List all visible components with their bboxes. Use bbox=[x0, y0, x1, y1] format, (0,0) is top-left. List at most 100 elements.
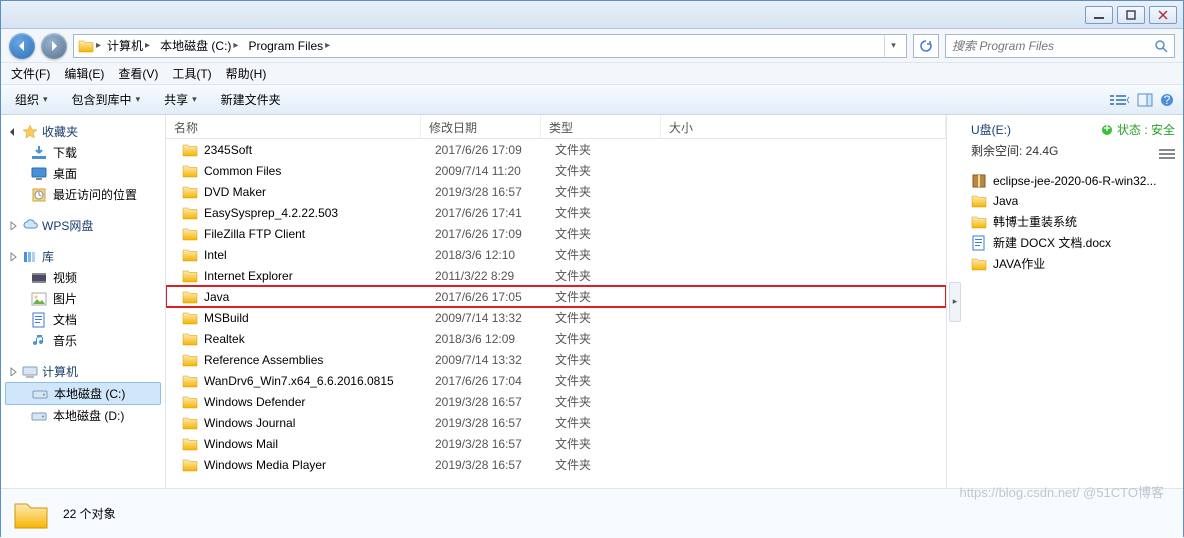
file-date: 2017/6/26 17:09 bbox=[435, 143, 555, 157]
organize-button[interactable]: 组织▾ bbox=[9, 89, 54, 110]
folder-icon bbox=[971, 256, 987, 272]
folder-icon bbox=[182, 352, 198, 368]
file-row[interactable]: Internet Explorer2011/3/22 8:29文件夹 bbox=[166, 265, 946, 286]
folder-icon bbox=[182, 289, 198, 305]
tree-recent[interactable]: 最近访问的位置 bbox=[1, 184, 165, 205]
preview-item[interactable]: Java bbox=[971, 191, 1175, 211]
search-icon bbox=[1154, 39, 1168, 53]
column-date[interactable]: 修改日期 bbox=[421, 115, 541, 138]
location-folder-icon bbox=[78, 38, 94, 54]
forward-button[interactable] bbox=[41, 33, 67, 59]
view-mode-button[interactable] bbox=[1109, 92, 1131, 108]
preview-free-space: 剩余空间: 24.4G bbox=[971, 142, 1058, 159]
file-row[interactable]: FileZilla FTP Client2017/6/26 17:09文件夹 bbox=[166, 223, 946, 244]
cloud-icon bbox=[22, 218, 38, 234]
file-type: 文件夹 bbox=[555, 225, 675, 242]
tree-pictures[interactable]: 图片 bbox=[1, 288, 165, 309]
preview-item[interactable]: eclipse-jee-2020-06-R-win32... bbox=[971, 171, 1175, 191]
file-name: Windows Media Player bbox=[204, 458, 435, 472]
file-row[interactable]: Windows Journal2019/3/28 16:57文件夹 bbox=[166, 412, 946, 433]
file-date: 2019/3/28 16:57 bbox=[435, 416, 555, 430]
file-row[interactable]: Windows Defender2019/3/28 16:57文件夹 bbox=[166, 391, 946, 412]
file-row[interactable]: WanDrv6_Win7.x64_6.6.2016.08152017/6/26 … bbox=[166, 370, 946, 391]
folder-icon bbox=[182, 373, 198, 389]
tree-documents[interactable]: 文档 bbox=[1, 309, 165, 330]
file-row[interactable]: 2345Soft2017/6/26 17:09文件夹 bbox=[166, 139, 946, 160]
file-row[interactable]: Intel2018/3/6 12:10文件夹 bbox=[166, 244, 946, 265]
search-box[interactable] bbox=[945, 34, 1175, 58]
file-row[interactable]: Windows Media Player2019/3/28 16:57文件夹 bbox=[166, 454, 946, 475]
file-row[interactable]: Realtek2018/3/6 12:09文件夹 bbox=[166, 328, 946, 349]
menu-tools[interactable]: 工具(T) bbox=[172, 65, 211, 82]
file-row[interactable]: Windows Mail2019/3/28 16:57文件夹 bbox=[166, 433, 946, 454]
file-name: FileZilla FTP Client bbox=[204, 227, 435, 241]
tree-cdrive[interactable]: 本地磁盘 (C:) bbox=[5, 382, 161, 405]
library-icon bbox=[22, 249, 38, 265]
preview-pane-button[interactable] bbox=[1137, 92, 1153, 108]
menu-file[interactable]: 文件(F) bbox=[11, 65, 50, 82]
tree-favorites[interactable]: 收藏夹 bbox=[1, 121, 165, 142]
preview-menu-icon[interactable] bbox=[1159, 148, 1175, 160]
tree-computer[interactable]: 计算机 bbox=[1, 361, 165, 382]
breadcrumb-computer[interactable]: 计算机▸ bbox=[103, 35, 154, 57]
refresh-button[interactable] bbox=[913, 34, 939, 58]
file-name: DVD Maker bbox=[204, 185, 435, 199]
help-button[interactable]: ? bbox=[1159, 92, 1175, 108]
preview-item[interactable]: 韩博士重装系统 bbox=[971, 211, 1175, 232]
tree-downloads[interactable]: 下载 bbox=[1, 142, 165, 163]
computer-icon bbox=[22, 364, 38, 380]
close-button[interactable] bbox=[1149, 6, 1177, 24]
menu-edit[interactable]: 编辑(E) bbox=[64, 65, 104, 82]
menu-help[interactable]: 帮助(H) bbox=[226, 65, 267, 82]
tree-wps[interactable]: WPS网盘 bbox=[1, 215, 165, 236]
back-button[interactable] bbox=[9, 33, 35, 59]
file-date: 2019/3/28 16:57 bbox=[435, 185, 555, 199]
maximize-button[interactable] bbox=[1117, 6, 1145, 24]
tree-music[interactable]: 音乐 bbox=[1, 330, 165, 351]
file-list-pane: 名称 修改日期 类型 大小 2345Soft2017/6/26 17:09文件夹… bbox=[166, 115, 947, 488]
menu-view[interactable]: 查看(V) bbox=[118, 65, 158, 82]
menu-bar: 文件(F) 编辑(E) 查看(V) 工具(T) 帮助(H) bbox=[1, 63, 1183, 85]
command-toolbar: 组织▾ 包含到库中▾ 共享▾ 新建文件夹 ? bbox=[1, 85, 1183, 115]
expand-icon bbox=[9, 221, 18, 230]
tree-desktop[interactable]: 桌面 bbox=[1, 163, 165, 184]
file-row[interactable]: Java2017/6/26 17:05文件夹 bbox=[166, 286, 946, 307]
file-type: 文件夹 bbox=[555, 141, 675, 158]
breadcrumb-programfiles[interactable]: Program Files▸ bbox=[244, 35, 334, 57]
file-date: 2017/6/26 17:05 bbox=[435, 290, 555, 304]
preview-item[interactable]: JAVA作业 bbox=[971, 253, 1175, 274]
file-name: EasySysprep_4.2.22.503 bbox=[204, 206, 435, 220]
tree-ddrive[interactable]: 本地磁盘 (D:) bbox=[1, 405, 165, 426]
share-button[interactable]: 共享▾ bbox=[158, 89, 203, 110]
include-in-library-button[interactable]: 包含到库中▾ bbox=[66, 89, 147, 110]
tree-libraries[interactable]: 库 bbox=[1, 246, 165, 267]
file-date: 2017/6/26 17:09 bbox=[435, 227, 555, 241]
address-bar[interactable]: ▸ 计算机▸ 本地磁盘 (C:)▸ Program Files▸ ▾ bbox=[73, 34, 907, 58]
file-name: Windows Mail bbox=[204, 437, 435, 451]
preview-item[interactable]: 新建 DOCX 文档.docx bbox=[971, 232, 1175, 253]
new-folder-button[interactable]: 新建文件夹 bbox=[215, 89, 287, 110]
file-row[interactable]: MSBuild2009/7/14 13:32文件夹 bbox=[166, 307, 946, 328]
minimize-button[interactable] bbox=[1085, 6, 1113, 24]
doc-icon bbox=[971, 235, 987, 251]
file-type: 文件夹 bbox=[555, 435, 675, 452]
column-name[interactable]: 名称 bbox=[166, 115, 421, 138]
column-size[interactable]: 大小 bbox=[661, 115, 946, 138]
pane-collapse-button[interactable]: ▸ bbox=[949, 282, 961, 322]
column-type[interactable]: 类型 bbox=[541, 115, 661, 138]
file-type: 文件夹 bbox=[555, 183, 675, 200]
tree-videos[interactable]: 视频 bbox=[1, 267, 165, 288]
file-row[interactable]: EasySysprep_4.2.22.5032017/6/26 17:41文件夹 bbox=[166, 202, 946, 223]
file-row[interactable]: Common Files2009/7/14 11:20文件夹 bbox=[166, 160, 946, 181]
file-row[interactable]: DVD Maker2019/3/28 16:57文件夹 bbox=[166, 181, 946, 202]
search-input[interactable] bbox=[952, 39, 1148, 53]
address-history-dropdown[interactable]: ▾ bbox=[884, 35, 902, 57]
preview-item-label: eclipse-jee-2020-06-R-win32... bbox=[993, 174, 1156, 188]
folder-icon bbox=[182, 142, 198, 158]
breadcrumb-cdrive[interactable]: 本地磁盘 (C:)▸ bbox=[156, 35, 242, 57]
file-row[interactable]: Reference Assemblies2009/7/14 13:32文件夹 bbox=[166, 349, 946, 370]
file-type: 文件夹 bbox=[555, 330, 675, 347]
folder-icon bbox=[182, 415, 198, 431]
preview-item-list: eclipse-jee-2020-06-R-win32... Java韩博士重装系… bbox=[971, 171, 1175, 274]
download-icon bbox=[31, 145, 47, 161]
